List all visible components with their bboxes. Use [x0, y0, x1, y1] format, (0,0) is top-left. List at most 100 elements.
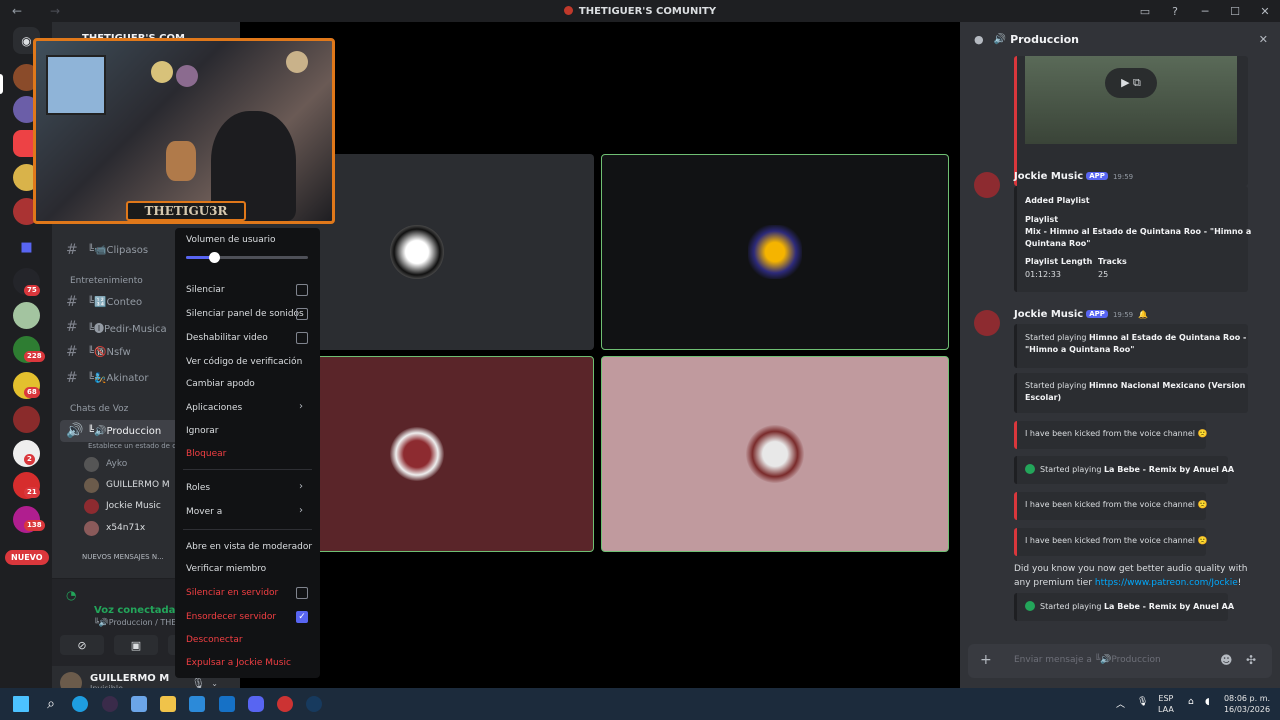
new-indicator[interactable]: NUEVO [5, 550, 49, 565]
user-name: GUILLERMO M [90, 673, 170, 684]
deshabilitar-video-checkbox[interactable] [296, 332, 308, 344]
mail-icon[interactable] [219, 696, 235, 712]
video-tile[interactable] [601, 154, 949, 350]
menu-aplicaciones[interactable]: Aplicaciones [186, 403, 242, 413]
message-composer[interactable]: + Enviar mensaje a ╚🔊Produccion ☻ ✣ [968, 644, 1272, 678]
folder-icon[interactable]: ■ [13, 234, 40, 261]
silenciar-checkbox[interactable] [296, 284, 308, 296]
timestamp: 19:59 [1112, 173, 1134, 181]
menu-vista-moderador[interactable]: Abre en vista de moderador [186, 542, 312, 552]
avatar [84, 520, 99, 536]
windows-start-icon[interactable] [13, 696, 29, 712]
minimize-button[interactable]: ─ [1190, 5, 1220, 18]
silenciar-panel-checkbox[interactable] [296, 308, 308, 320]
microphone-tray-icon[interactable]: 🎙 [1137, 697, 1148, 707]
voice-user[interactable]: GUILLERMO M [84, 475, 170, 495]
menu-ensordecer-servidor[interactable]: Ensordecer servidor [186, 612, 276, 622]
channel-conteo[interactable]: # ╚🔢Conteo [66, 292, 142, 312]
menu-silenciar[interactable]: Silenciar [186, 285, 225, 295]
message-input[interactable]: Enviar mensaje a ╚🔊Produccion [1014, 655, 1161, 665]
apps-icon[interactable]: ✣ [1246, 653, 1256, 667]
menu-deshabilitar-video[interactable]: Deshabilitar video [186, 333, 268, 343]
premium-message: any premium tier https://www.patreon.com… [1014, 578, 1241, 588]
kick-text: I have been kicked from the voice channe… [1025, 500, 1208, 509]
obs-icon[interactable] [102, 696, 118, 712]
window-title: THETIGUER'S COMUNITY [0, 5, 1280, 17]
channel-label: ╚📹Clipasos [88, 244, 149, 256]
copilot-icon[interactable] [131, 696, 147, 712]
menu-verificar-miembro[interactable]: Verificar miembro [186, 564, 266, 574]
channel-pedir-musica[interactable]: # ╚🅘Pedir-Musica [66, 317, 167, 337]
menu-mover-a[interactable]: Mover a [186, 507, 222, 517]
language-indicator[interactable]: ESP LAA [1158, 693, 1174, 715]
avatar [390, 225, 444, 279]
screen-share-icon[interactable]: ▣ [114, 635, 158, 655]
edge-icon[interactable] [72, 696, 88, 712]
channel-clipasos[interactable]: # ╚📹Clipasos [66, 240, 148, 260]
premium-text: any premium tier [1014, 578, 1095, 588]
channel-nsfw[interactable]: # ╚🔞Nsfw [66, 342, 131, 362]
server-icon[interactable] [13, 406, 40, 433]
menu-silenciar-panel[interactable]: Silenciar panel de sonidos [186, 309, 304, 319]
menu-bloquear[interactable]: Bloquear [186, 449, 226, 459]
message-author[interactable]: Jockie Music APP 19:59 [1014, 171, 1133, 182]
close-button[interactable]: ✕ [1250, 5, 1280, 18]
patreon-link[interactable]: https://www.patreon.com/Jockie [1095, 578, 1238, 588]
close-icon[interactable]: ✕ [1259, 33, 1268, 46]
add-attachment-icon[interactable]: + [980, 652, 992, 668]
chevron-down-icon[interactable]: ⌄ [211, 679, 218, 688]
avatar [84, 498, 99, 514]
voice-user[interactable]: Jockie Music [84, 496, 161, 516]
hash-icon: # [66, 319, 78, 335]
camera-off-icon[interactable]: ⊘ [60, 635, 104, 655]
menu-ignorar[interactable]: Ignorar [186, 426, 219, 436]
discord-taskbar-icon[interactable] [248, 696, 264, 712]
ensordecer-servidor-checkbox[interactable]: ✓ [296, 611, 308, 623]
avatar[interactable] [974, 172, 1000, 198]
forward-arrow-icon[interactable]: → [50, 4, 76, 18]
volume-knob[interactable] [209, 252, 221, 263]
menu-ver-codigo[interactable]: Ver código de verificación [186, 357, 302, 367]
browser-icon[interactable] [277, 696, 293, 712]
silenciar-servidor-checkbox[interactable] [296, 587, 308, 599]
help-icon[interactable]: ? [1160, 5, 1190, 18]
chevron-up-icon[interactable]: ︿ [1116, 697, 1125, 710]
spotify-icon [1025, 464, 1035, 474]
inbox-icon[interactable]: ▭ [1130, 5, 1160, 18]
steam-icon[interactable] [306, 696, 322, 712]
menu-roles[interactable]: Roles [186, 483, 210, 493]
category-chats-de-voz[interactable]: Chats de Voz [70, 404, 128, 414]
menu-expulsar[interactable]: Expulsar a Jockie Music [186, 658, 291, 668]
video-embed[interactable]: ▶ ⧉ [1014, 56, 1248, 186]
voice-status[interactable]: Establece un estado de c... [88, 436, 183, 456]
voice-user[interactable]: Ayko [84, 454, 127, 474]
avatar[interactable] [974, 310, 1000, 336]
menu-silenciar-servidor[interactable]: Silenciar en servidor [186, 588, 278, 598]
play-button[interactable]: ▶ ⧉ [1105, 68, 1157, 98]
back-arrow-icon[interactable]: ← [12, 4, 38, 18]
song-link[interactable]: La Bebe - Remix by Anuel AA [1104, 465, 1234, 474]
message-author[interactable]: Jockie Music APP 19:59 🔔 [1014, 309, 1148, 320]
channel-akinator[interactable]: # ╚🧞Akinator [66, 368, 149, 388]
file-explorer-icon[interactable] [160, 696, 176, 712]
menu-desconectar[interactable]: Desconectar [186, 635, 243, 645]
voice-user-name: x54n71x [106, 523, 146, 533]
volume-icon[interactable]: ◖ [1205, 697, 1210, 707]
network-icon[interactable]: ⌂ [1188, 697, 1194, 707]
video-tile[interactable] [601, 356, 949, 552]
plush-image [151, 61, 173, 83]
song-link[interactable]: La Bebe - Remix by Anuel AA [1104, 602, 1234, 611]
new-messages-bar[interactable]: NUEVOS MENSAJES N... [82, 547, 164, 567]
clock[interactable]: 08:06 p. m. 16/03/2026 [1222, 693, 1272, 715]
category-entretenimiento[interactable]: Entretenimiento [70, 276, 143, 286]
search-icon[interactable]: ⌕ [43, 696, 59, 712]
server-icon[interactable] [13, 302, 40, 329]
window-controls: ▭ ? ─ ☐ ✕ [1130, 0, 1280, 22]
voice-user[interactable]: x54n71x [84, 518, 145, 538]
emoji-icon[interactable]: ☻ [1220, 653, 1233, 667]
menu-cambiar-apodo[interactable]: Cambiar apodo [186, 379, 255, 389]
store-icon[interactable] [189, 696, 205, 712]
kick-text: I have been kicked from the voice channe… [1025, 536, 1208, 545]
volume-slider[interactable] [186, 252, 308, 263]
maximize-button[interactable]: ☐ [1220, 5, 1250, 18]
